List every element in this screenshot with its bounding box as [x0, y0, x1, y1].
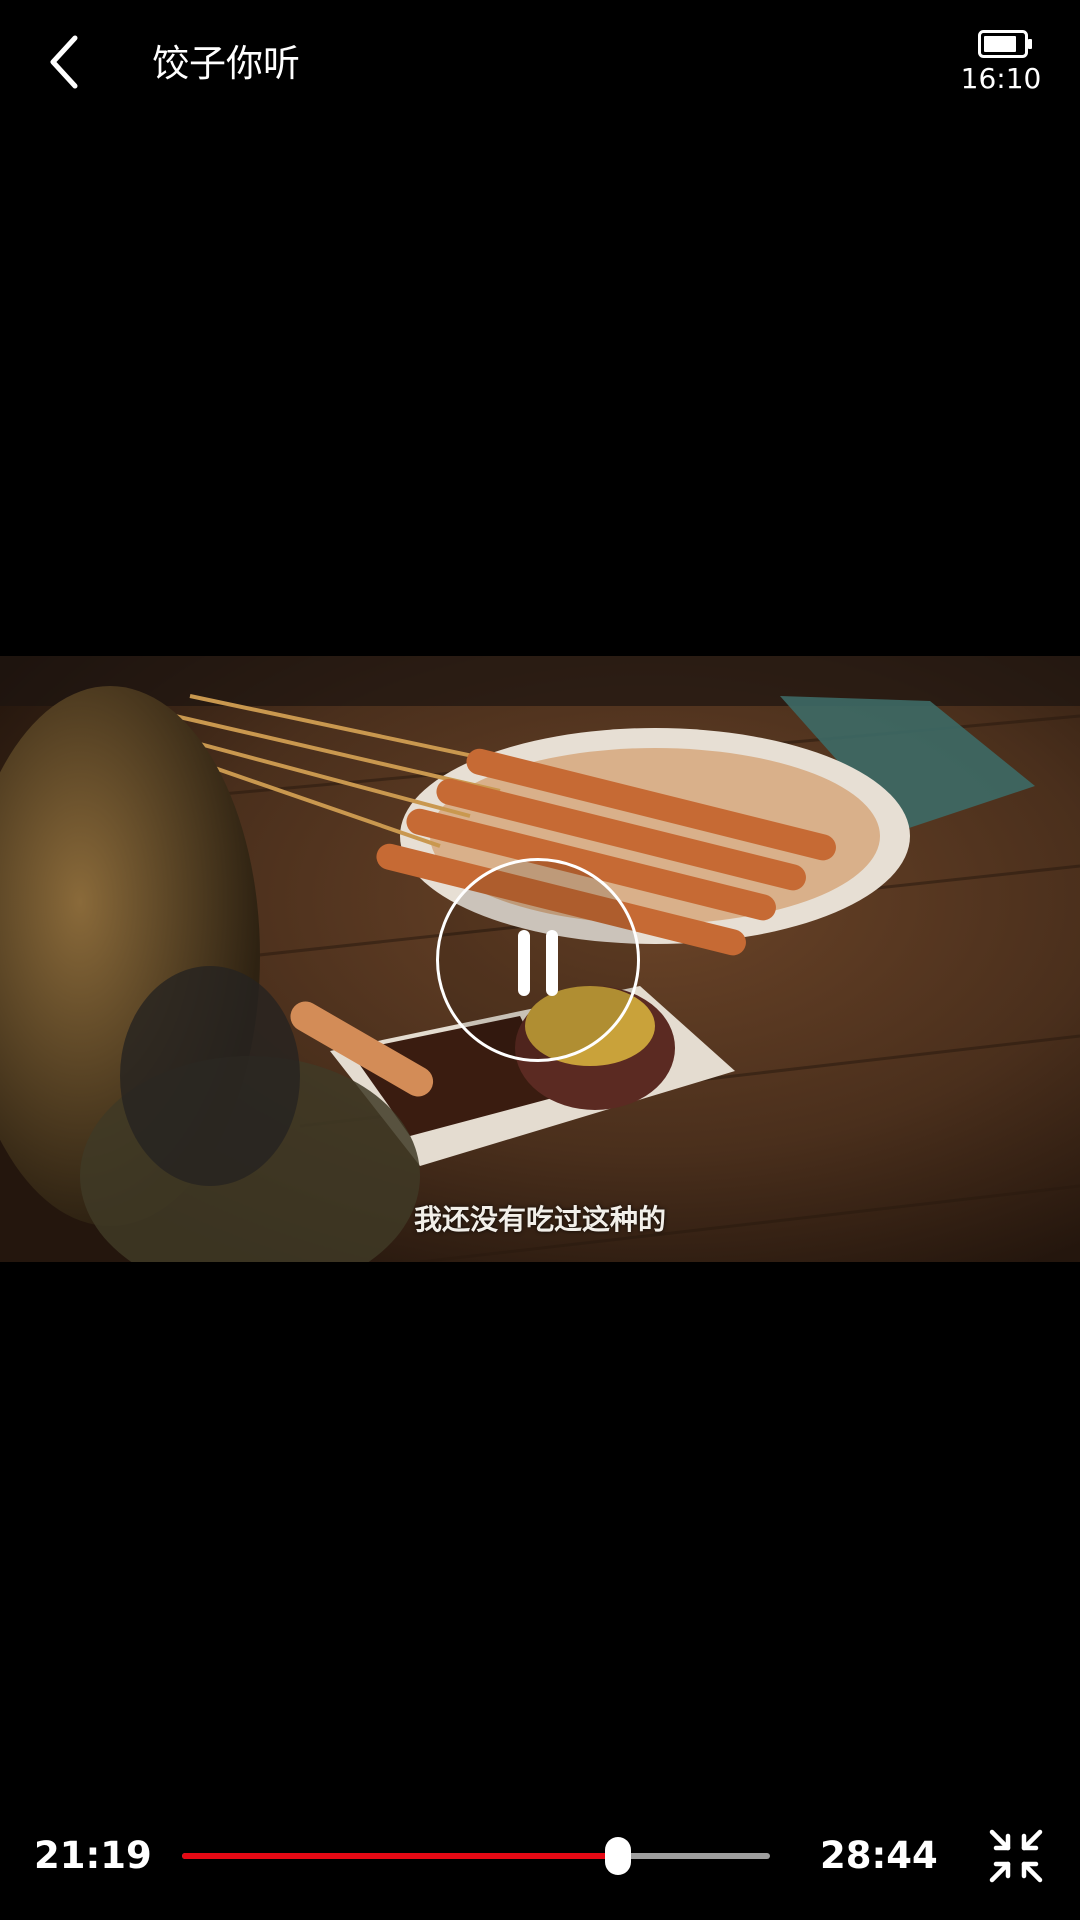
pause-icon [518, 930, 530, 996]
top-bar: 饺子你听 16:10 [0, 0, 1080, 140]
playback-controls: 21:19 28:44 [0, 1810, 1080, 1900]
total-duration: 28:44 [820, 1834, 938, 1877]
battery-icon [978, 30, 1032, 58]
pause-button[interactable] [436, 858, 640, 1062]
seek-progress [182, 1853, 618, 1859]
pause-icon [546, 930, 558, 996]
status-indicators: 16:10 [956, 26, 1046, 96]
chevron-left-icon [50, 35, 78, 89]
video-title: 饺子你听 [152, 42, 300, 85]
back-button[interactable] [30, 22, 100, 102]
video-subtitle: 我还没有吃过这种的 [413, 1203, 666, 1236]
status-time: 16:10 [960, 62, 1042, 95]
seek-thumb[interactable] [604, 1837, 631, 1875]
exit-fullscreen-button[interactable] [988, 1828, 1044, 1884]
video-player-screen: 饺子你听 16:10 我还没有吃过这种的 21:19 28:44 [0, 0, 1080, 1920]
seek-bar[interactable] [182, 1837, 770, 1875]
exit-fullscreen-icon [989, 1829, 1043, 1883]
current-time: 21:19 [34, 1834, 152, 1877]
